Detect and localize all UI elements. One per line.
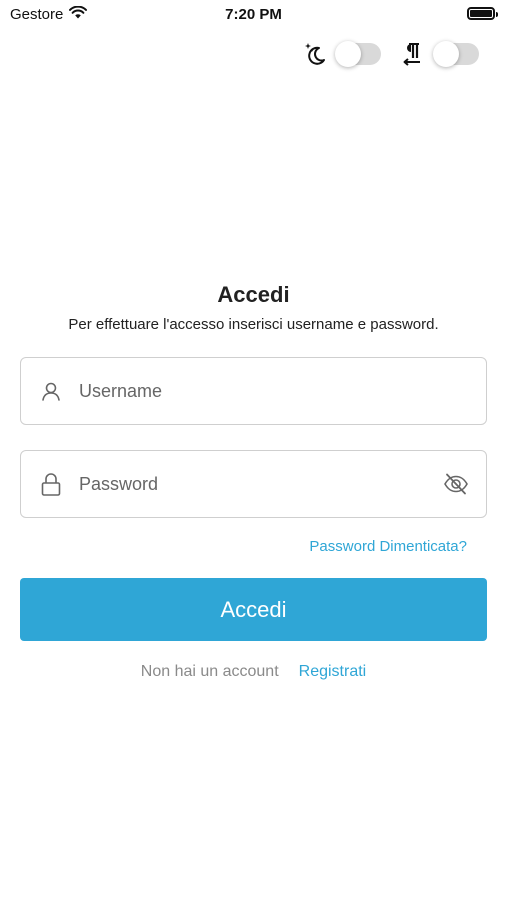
toggle-knob [335,41,361,67]
text-direction-toggle[interactable] [433,41,479,67]
eye-slash-icon[interactable] [426,473,486,495]
battery-level [470,10,492,17]
login-button[interactable]: Accedi [20,578,487,641]
battery-icon [467,7,498,20]
status-bar: Gestore 7:20 PM [0,0,507,28]
paragraph-direction-icon [399,40,427,68]
password-field[interactable] [20,450,487,518]
page-subtitle: Per effettuare l'accesso inserisci usern… [68,316,439,333]
register-link[interactable]: Registrati [299,663,367,681]
lock-icon [21,472,79,496]
username-input[interactable] [79,358,486,424]
moon-stars-icon [301,40,329,68]
toggle-knob [433,41,459,67]
user-icon [21,380,79,402]
settings-toolbar [301,40,479,68]
status-time: 7:20 PM [225,6,282,23]
signup-row: Non hai un account Registrati [0,663,507,681]
no-account-text: Non hai un account [140,663,279,680]
page-title: Accedi [217,282,290,307]
forgot-password-link[interactable]: Password Dimenticata? [309,538,467,555]
username-field[interactable] [20,357,487,425]
dark-mode-toggle[interactable] [335,41,381,67]
password-input[interactable] [79,451,426,517]
